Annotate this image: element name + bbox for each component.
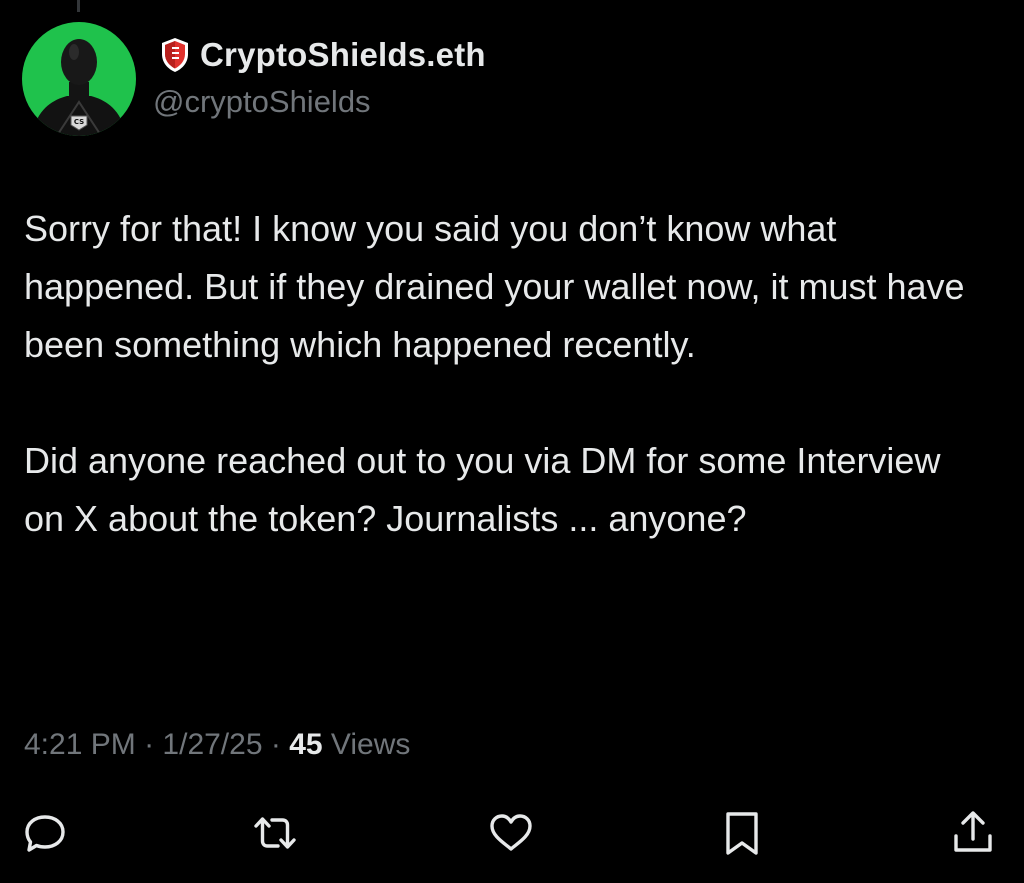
author-handle[interactable]: @cryptoShields bbox=[153, 84, 371, 120]
like-button[interactable] bbox=[486, 808, 536, 858]
tweet-time[interactable]: 4:21 PM bbox=[24, 728, 136, 761]
avatar-badge-text: CS bbox=[74, 118, 84, 126]
thread-connector-line bbox=[77, 0, 80, 12]
avatar-image: CS bbox=[22, 22, 136, 136]
views-count: 45 bbox=[289, 728, 323, 761]
reply-button[interactable] bbox=[20, 808, 70, 858]
tweet-text: Sorry for that! I know you said you don’… bbox=[24, 200, 984, 548]
share-button[interactable] bbox=[948, 808, 998, 858]
meta-separator: · bbox=[270, 728, 281, 761]
bookmark-button[interactable] bbox=[717, 808, 767, 858]
meta-separator: · bbox=[144, 728, 155, 761]
views-label: Views bbox=[330, 728, 411, 761]
avatar[interactable]: CS bbox=[22, 22, 136, 136]
bookmark-icon bbox=[726, 812, 758, 855]
tweet-meta: 4:21 PM · 1/27/25 · 45 Views bbox=[24, 728, 410, 762]
shield-icon bbox=[162, 38, 188, 72]
author-name-row[interactable]: CryptoShields.eth bbox=[160, 36, 486, 74]
tweet-date[interactable]: 1/27/25 bbox=[162, 728, 262, 761]
action-bar bbox=[0, 808, 1024, 868]
author-display-name[interactable]: CryptoShields.eth bbox=[200, 36, 486, 74]
reply-icon bbox=[25, 815, 65, 852]
tweet-paragraph: Sorry for that! I know you said you don’… bbox=[24, 208, 965, 365]
share-icon bbox=[954, 811, 992, 852]
tweet-paragraph: Did anyone reached out to you via DM for… bbox=[24, 440, 941, 539]
retweet-icon bbox=[254, 817, 296, 849]
retweet-button[interactable] bbox=[250, 808, 300, 858]
heart-icon bbox=[490, 814, 532, 851]
